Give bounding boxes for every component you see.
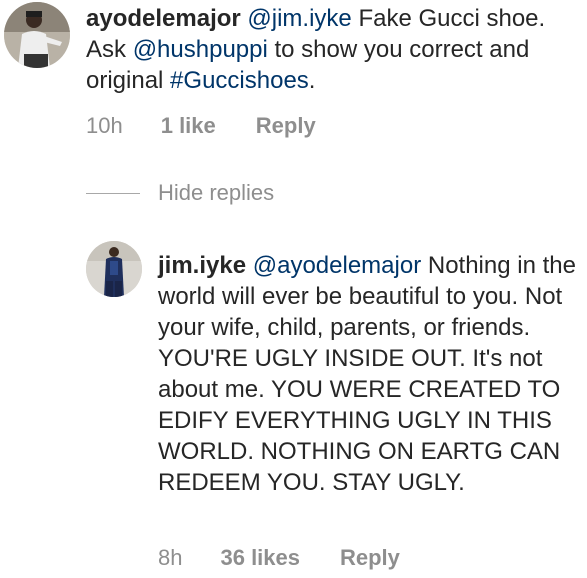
comment-text: ayodelemajor @jim.iyke Fake Gucci shoe. …	[86, 3, 581, 96]
hide-replies-label: Hide replies	[158, 180, 275, 205]
divider-line	[86, 192, 140, 194]
comment-body-text: .	[308, 67, 316, 94]
comment-body-text: Nothing in the world will ever be beauti…	[158, 252, 576, 496]
reply-button[interactable]: Reply	[256, 113, 316, 139]
avatar[interactable]	[86, 241, 142, 297]
avatar[interactable]	[4, 2, 70, 68]
hide-replies-button[interactable]: Hide replies	[86, 180, 274, 206]
comment-meta: 10h 1 like Reply	[86, 113, 316, 139]
comment-meta: 8h 36 likes Reply	[158, 545, 400, 571]
comment-likes[interactable]: 1 like	[161, 113, 216, 139]
comment-likes[interactable]: 36 likes	[220, 545, 300, 571]
comment-body: @ayodelemajor Nothing in the world will …	[158, 252, 576, 496]
comment-timestamp: 10h	[86, 113, 123, 138]
avatar-photo	[86, 241, 142, 297]
comment-username[interactable]: ayodelemajor	[86, 5, 241, 32]
hashtag-link[interactable]: #Guccishoes	[170, 67, 309, 94]
comment-text: jim.iyke @ayodelemajor Nothing in the wo…	[158, 250, 583, 498]
mention-link[interactable]: @ayodelemajor	[253, 252, 421, 279]
avatar-photo	[4, 2, 70, 68]
comment-username[interactable]: jim.iyke	[158, 252, 246, 279]
comment-timestamp: 8h	[158, 545, 183, 570]
mention-link[interactable]: @jim.iyke	[247, 5, 351, 32]
reply-button[interactable]: Reply	[340, 545, 400, 571]
mention-link[interactable]: @hushpuppi	[133, 36, 268, 63]
